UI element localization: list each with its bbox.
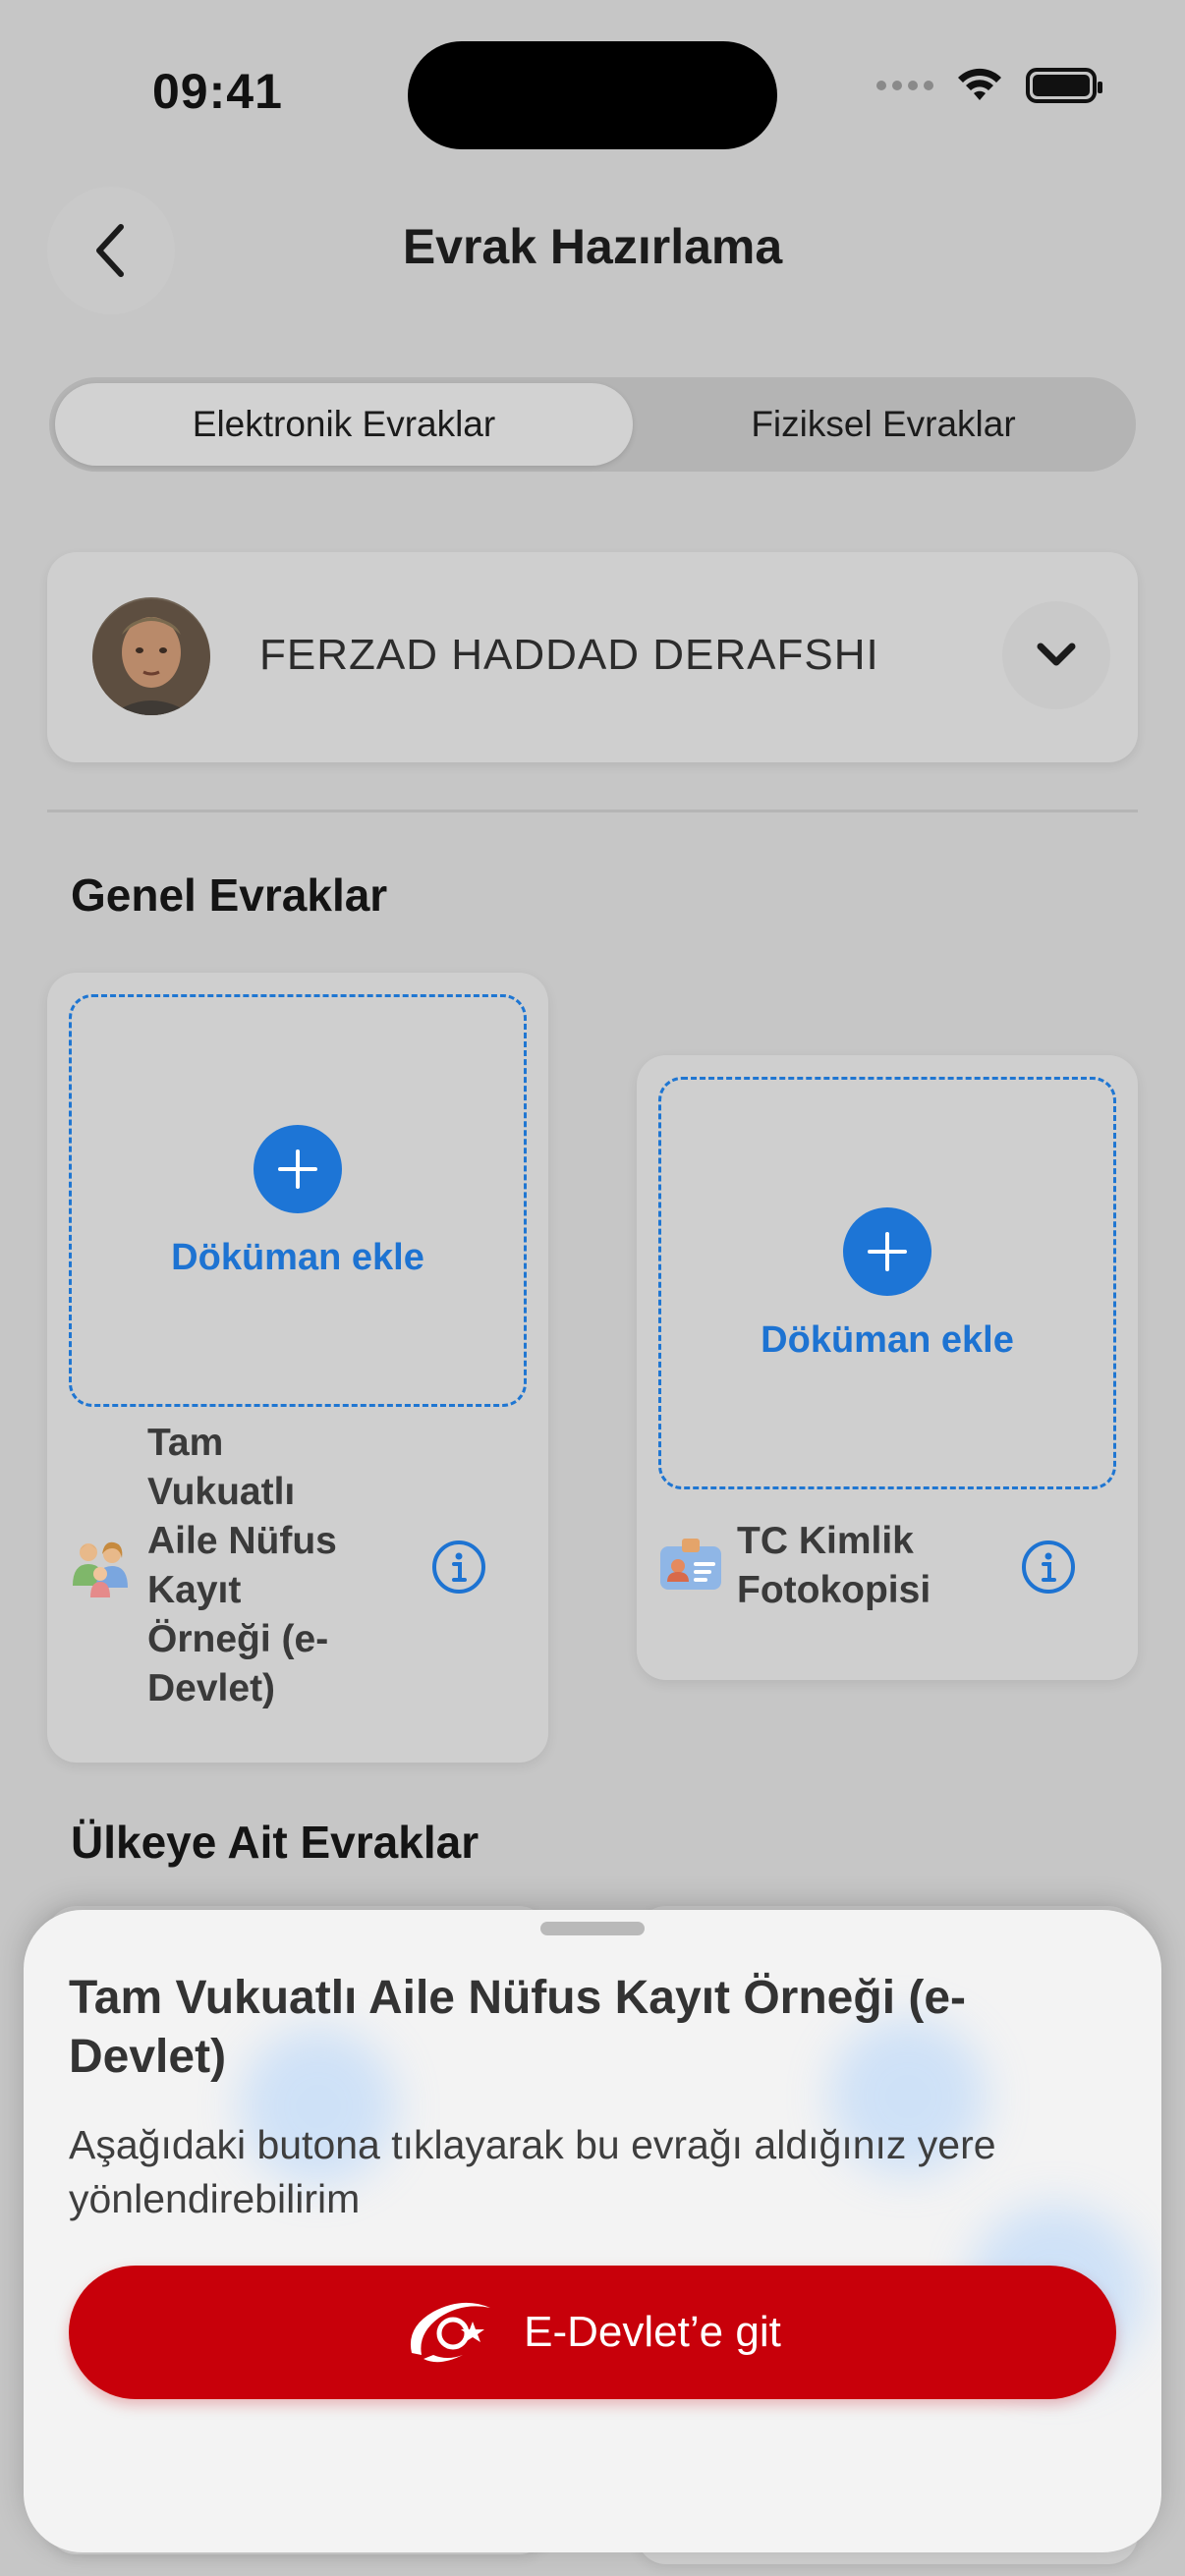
plus-icon	[843, 1207, 931, 1296]
document-title: TC Kimlik Fotokopisi	[737, 1520, 931, 1611]
plus-icon	[254, 1125, 342, 1213]
status-indicators	[876, 67, 1102, 104]
go-to-edevlet-button[interactable]: E-Devlet’e git	[69, 2266, 1116, 2399]
document-upload-zone[interactable]: Döküman ekle	[658, 1077, 1116, 1489]
document-upload-zone[interactable]: Döküman ekle	[69, 994, 527, 1407]
document-title: Tam Vukuatlı Aile Nüfus Kayıt Örneği (e-…	[147, 1422, 337, 1709]
tab-electronic-documents[interactable]: Elektronik Evraklar	[55, 383, 633, 466]
sheet-grabber[interactable]	[540, 1922, 645, 1935]
person-name: FERZAD HADDAD DERAFSHI	[259, 631, 879, 679]
chevron-down-icon	[1037, 643, 1076, 666]
cellular-signal-icon	[876, 81, 933, 90]
expand-person-button[interactable]	[1002, 601, 1110, 709]
sheet-title: Tam Vukuatlı Aile Nüfus Kayıt Örneği (e-…	[69, 1972, 967, 2083]
dynamic-island	[408, 41, 777, 149]
tab-physical-documents[interactable]: Fiziksel Evraklar	[637, 383, 1130, 466]
family-icon	[73, 1541, 128, 1597]
document-type-tabs: Elektronik Evraklar Fiziksel Evraklar	[49, 377, 1136, 472]
info-icon[interactable]	[1020, 1539, 1077, 1596]
info-icon[interactable]	[430, 1539, 487, 1596]
divider	[47, 810, 1138, 812]
section-title-general: Genel Evraklar	[71, 869, 388, 921]
document-card-id-copy: Döküman ekle TC Kimlik Fotokopisi	[637, 1055, 1138, 1680]
id-card-icon	[660, 1539, 721, 1590]
go-to-edevlet-label: E-Devlet’e git	[524, 2308, 781, 2356]
battery-icon	[1026, 68, 1102, 103]
wifi-icon	[958, 68, 1001, 100]
status-time: 09:41	[152, 64, 283, 119]
person-selector[interactable]: FERZAD HADDAD DERAFSHI	[47, 552, 1138, 762]
section-title-country: Ülkeye Ait Evraklar	[71, 1817, 480, 1868]
page-title: Evrak Hazırlama	[402, 219, 783, 274]
document-info-sheet: Tam Vukuatlı Aile Nüfus Kayıt Örneği (e-…	[24, 1910, 1161, 2552]
edevlet-logo-icon	[411, 2302, 491, 2363]
avatar	[92, 597, 210, 715]
document-card-family-registry: Döküman ekle Tam Vukuatlı Aile Nüfus Kay…	[47, 973, 548, 1763]
add-document-label: Döküman ekle	[761, 1319, 1014, 1361]
add-document-label: Döküman ekle	[171, 1237, 424, 1278]
sheet-description: Aşağıdaki butona tıklayarak bu evrağı al…	[69, 2122, 996, 2221]
